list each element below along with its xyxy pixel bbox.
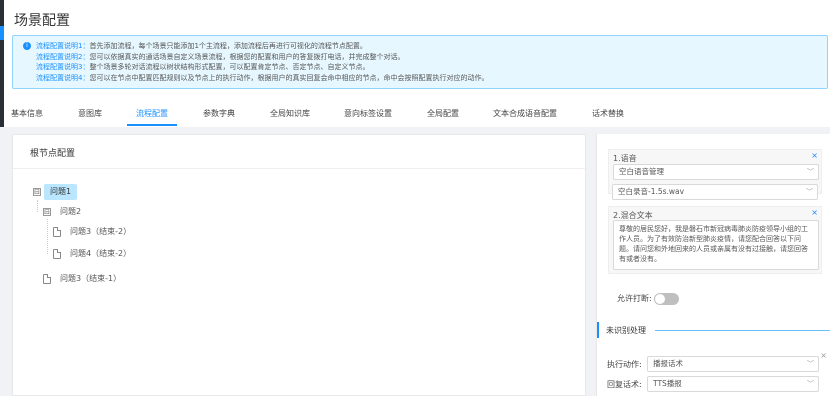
tree-node-label[interactable]: 问题3（结束-1） [54,271,127,287]
collapse-icon[interactable]: ⊟ [33,188,41,196]
node-config-panel: 1.语音 × 空白语音管理 ﹀ 空白录音-1.5s.wav ﹀ 2.混合文本 ×… [596,134,830,396]
notice-line: 流程配置说明1：首先添加流程，每个场景只能添加1个主流程，添加流程后再进行可视化… [36,42,367,50]
tree-node-label[interactable]: 问题1 [44,184,78,200]
action-field-row: 执行动作: 播报话术 ﹀ [607,356,821,372]
unrecognized-section-header: 未识别处理 [597,322,830,338]
chevron-down-icon: ﹀ [807,168,814,176]
close-icon[interactable]: × [820,351,827,360]
tree-connector [37,200,38,212]
toggle-knob [655,294,665,304]
chevron-down-icon: ﹀ [806,188,813,196]
action-select[interactable]: 播报话术 ﹀ [647,356,819,372]
panel-divider [13,168,587,169]
action-label: 执行动作: [607,360,642,369]
active-tab-indicator [127,124,177,126]
file-icon [53,227,61,237]
notice-line: 流程配置说明4：您可以在节点中配置匹配规则以及节点上的执行动作，根据用户的真实回… [36,73,489,82]
section-accent [597,322,599,338]
voice-card-label: 1.语音 [613,154,637,163]
mixed-text-input[interactable]: 尊敬的居民您好，我是磐石市新冠病毒肺炎防疫领导小组的工作人员。为了有效防治新型肺… [613,220,819,270]
sidebar-active-marker [0,26,4,40]
mixed-text-card: 2.混合文本 × 尊敬的居民您好，我是磐石市新冠病毒肺炎防疫领导小组的工作人员。… [608,206,822,274]
select-value: TTS播报 [653,379,682,388]
tab-basic-info[interactable]: 基本信息 [11,108,43,119]
section-title: 未识别处理 [606,326,646,335]
voice-file-select[interactable]: 空白录音-1.5s.wav ﹀ [612,184,818,200]
tab-intent-library[interactable]: 意图库 [78,108,102,119]
notice-line: 流程配置说明3：整个场景多轮对话流程以树状结构形式配置，可以配置肯定节点、否定节… [36,63,370,71]
select-value: 空白录音-1.5s.wav [618,187,685,196]
tab-global-knowledge[interactable]: 全局知识库 [270,108,310,119]
file-icon [43,274,51,284]
file-icon [53,249,61,259]
voice-file-row: 空白录音-1.5s.wav ﹀ [608,184,822,204]
select-value: 播报话术 [653,359,683,368]
tab-param-dictionary[interactable]: 参数字典 [203,108,235,119]
interrupt-label: 允许打断: [617,294,652,303]
info-icon: i [23,42,31,50]
tree-node-label[interactable]: 问题4（结束-2） [64,246,137,262]
reply-select[interactable]: TTS播报 ﹀ [647,376,819,392]
reply-field-row: 回复话术: TTS播报 ﹀ [607,376,821,392]
page-title: 场景配置 [14,13,70,29]
tab-global-config[interactable]: 全局配置 [427,108,459,119]
chevron-down-icon: ﹀ [807,380,814,388]
notice-line: 流程配置说明2：您可以依据真实的通话场景自定义场景流程，根据您的配置和用户的答复… [36,52,405,61]
tab-script-replace[interactable]: 话术替换 [592,108,624,119]
tree-node-label[interactable]: 问题2 [54,204,87,220]
tree-node-label[interactable]: 问题3（结束-2） [64,224,137,240]
close-icon[interactable]: × [811,208,818,217]
config-notice-alert: i 流程配置说明1：首先添加流程，每个场景只能添加1个主流程，添加流程后再进行可… [12,35,828,89]
tab-intent-tags[interactable]: 意向标签设置 [344,108,392,119]
reply-label: 回复话术: [607,380,642,389]
tab-flow-config[interactable]: 流程配置 [136,108,168,119]
tree-connector [47,219,48,254]
interrupt-toggle[interactable] [654,293,679,305]
tab-bar: 基本信息 意图库 流程配置 参数字典 全局知识库 意向标签设置 全局配置 文本合… [0,104,830,128]
tree-panel-title: 根节点配置 [30,149,76,159]
collapse-icon[interactable]: ⊟ [43,208,51,216]
close-icon[interactable]: × [811,151,818,160]
section-rule [655,330,830,331]
tab-tts-config[interactable]: 文本合成语音配置 [493,108,557,119]
voice-library-select[interactable]: 空白语音管理 ﹀ [613,164,819,180]
chevron-down-icon: ﹀ [807,360,814,368]
flow-tree-panel: 根节点配置 ⊟ 问题1 ⊟ 问题2 问题3（结束-2） 问题4（结束-2） 问题… [12,134,587,396]
select-value: 空白语音管理 [619,167,664,176]
